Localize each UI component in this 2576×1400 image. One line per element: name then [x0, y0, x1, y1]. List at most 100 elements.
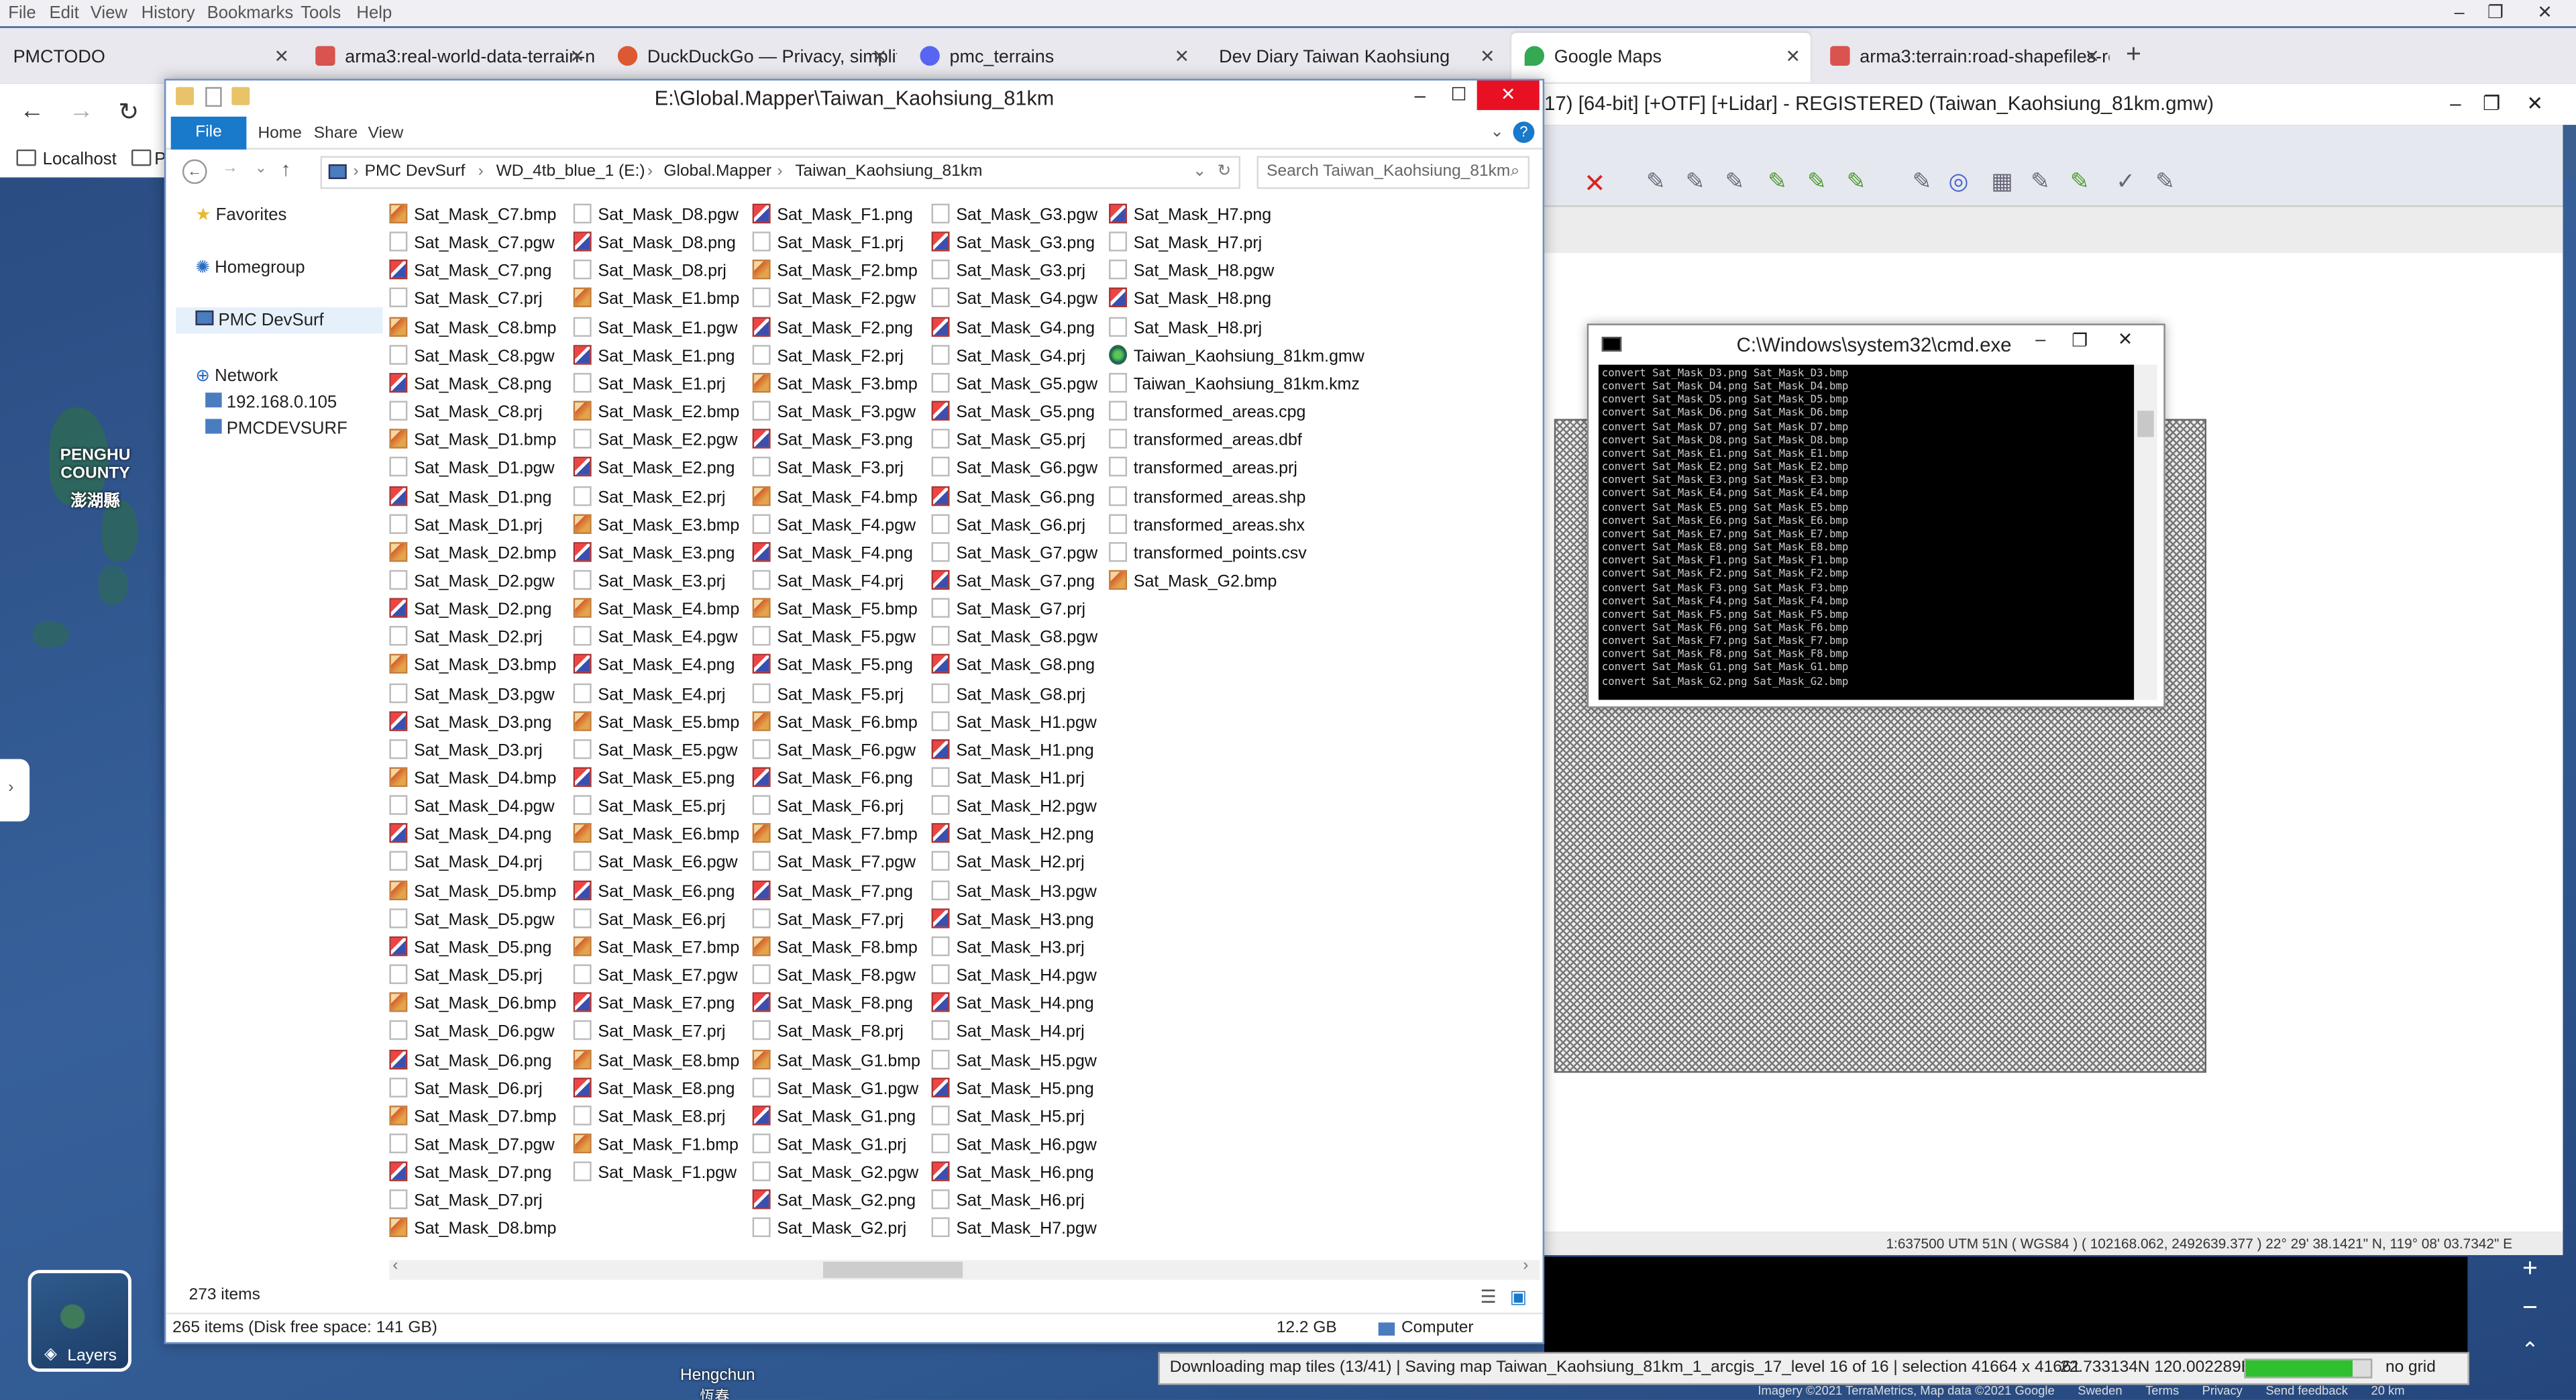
- file-item[interactable]: Sat_Mask_D4.bmp: [389, 765, 556, 794]
- file-item[interactable]: Sat_Mask_F2.prj: [752, 343, 904, 371]
- file-item[interactable]: Sat_Mask_H2.pgw: [931, 794, 1097, 822]
- file-item[interactable]: Sat_Mask_E6.pgw: [573, 850, 737, 878]
- tab-arma3-real-world[interactable]: arma3:real-world-data-terrain-n ✕: [303, 33, 595, 82]
- close-button[interactable]: ✕: [1477, 80, 1540, 111]
- file-item[interactable]: Sat_Mask_D1.png: [389, 484, 551, 512]
- file-item[interactable]: Sat_Mask_G1.prj: [752, 1132, 906, 1160]
- file-item[interactable]: Sat_Mask_H3.png: [931, 906, 1094, 934]
- file-item[interactable]: Sat_Mask_F8.pgw: [752, 963, 916, 991]
- tab-pmc-terrains[interactable]: pmc_terrains ✕: [907, 33, 1199, 82]
- file-item[interactable]: Sat_Mask_F1.bmp: [573, 1132, 739, 1160]
- cmd-output[interactable]: convert Sat_Mask_D3.png Sat_Mask_D3.bmp c…: [1598, 364, 2135, 700]
- file-item[interactable]: Sat_Mask_F8.bmp: [752, 934, 918, 963]
- file-item[interactable]: Sat_Mask_E2.prj: [573, 484, 725, 512]
- cmd-scrollbar[interactable]: [2134, 364, 2157, 700]
- file-item[interactable]: Sat_Mask_F4.bmp: [752, 484, 918, 512]
- file-item[interactable]: Sat_Mask_H6.png: [931, 1160, 1094, 1188]
- close-icon[interactable]: ✕: [2084, 33, 2100, 82]
- file-item[interactable]: Sat_Mask_E3.png: [573, 540, 735, 568]
- menu-view[interactable]: View: [91, 3, 127, 23]
- file-item[interactable]: Sat_Mask_E3.bmp: [573, 512, 739, 540]
- file-item[interactable]: Sat_Mask_E5.png: [573, 765, 735, 794]
- file-item[interactable]: Sat_Mask_C8.prj: [389, 399, 543, 427]
- file-item[interactable]: Sat_Mask_H3.prj: [931, 934, 1085, 963]
- close-icon[interactable]: ✕: [1480, 33, 1495, 82]
- file-item[interactable]: Sat_Mask_G2.png: [752, 1188, 916, 1216]
- file-item[interactable]: Sat_Mask_E6.bmp: [573, 822, 739, 850]
- tab-arma3-road-shapefiles[interactable]: arma3:terrain:road-shapefiles-re ✕: [1817, 33, 2110, 82]
- file-item[interactable]: Sat_Mask_C7.prj: [389, 286, 543, 315]
- file-item[interactable]: Sat_Mask_D1.prj: [389, 512, 543, 540]
- file-item[interactable]: Sat_Mask_H2.png: [931, 822, 1094, 850]
- file-item[interactable]: Sat_Mask_H5.prj: [931, 1103, 1085, 1132]
- file-item[interactable]: Sat_Mask_H4.png: [931, 991, 1094, 1019]
- refresh-icon[interactable]: ↻: [1218, 158, 1232, 187]
- restore-button[interactable]: ❐: [2477, 0, 2514, 26]
- nav-homegroup[interactable]: ✺ Homegroup: [195, 258, 305, 277]
- measure-tool-icon[interactable]: ✎: [1913, 168, 1932, 196]
- details-view-icon[interactable]: ☰: [1481, 1287, 1497, 1307]
- menu-edit[interactable]: Edit: [49, 3, 78, 23]
- file-item[interactable]: Sat_Mask_G1.pgw: [752, 1075, 918, 1103]
- file-item[interactable]: Sat_Mask_D8.png: [573, 230, 736, 258]
- file-item[interactable]: Sat_Mask_H8.prj: [1109, 315, 1262, 343]
- file-item[interactable]: Sat_Mask_E7.pgw: [573, 963, 737, 991]
- file-item[interactable]: Sat_Mask_H4.prj: [931, 1019, 1085, 1047]
- file-item[interactable]: Sat_Mask_G6.png: [931, 484, 1095, 512]
- file-item[interactable]: Sat_Mask_G1.bmp: [752, 1047, 920, 1075]
- scroll-thumb[interactable]: [822, 1261, 963, 1279]
- file-item[interactable]: transformed_areas.prj: [1109, 455, 1297, 484]
- file-item[interactable]: Sat_Mask_D6.png: [389, 1047, 551, 1075]
- restore-button[interactable]: ❐: [2072, 330, 2088, 352]
- close-icon[interactable]: ✕: [1786, 33, 1801, 82]
- map-terms-link[interactable]: Terms: [2145, 1383, 2179, 1398]
- tab-dev-diary[interactable]: Dev Diary Taiwan Kaohsiung ✕: [1206, 33, 1505, 82]
- file-item[interactable]: Sat_Mask_D2.pgw: [389, 568, 555, 596]
- file-item[interactable]: Sat_Mask_E3.prj: [573, 568, 725, 596]
- file-item[interactable]: Sat_Mask_G8.png: [931, 653, 1095, 681]
- file-item[interactable]: Sat_Mask_D4.pgw: [389, 794, 555, 822]
- chevron-down-icon[interactable]: ⌄: [255, 160, 267, 178]
- file-item[interactable]: Sat_Mask_D5.png: [389, 934, 551, 963]
- file-item[interactable]: Sat_Mask_C7.pgw: [389, 230, 555, 258]
- file-item[interactable]: Sat_Mask_F3.pgw: [752, 399, 916, 427]
- close-button[interactable]: ✕: [2527, 0, 2563, 26]
- file-item[interactable]: Sat_Mask_C8.png: [389, 371, 551, 399]
- nav-this-pc[interactable]: PMC DevSurf: [176, 307, 383, 334]
- nav-network-host[interactable]: PMCDEVSURF: [205, 419, 347, 439]
- digitizer-tool-icon[interactable]: ✎: [2155, 168, 2175, 196]
- file-item[interactable]: Sat_Mask_D6.bmp: [389, 991, 556, 1019]
- file-item[interactable]: Sat_Mask_F7.pgw: [752, 850, 916, 878]
- file-item[interactable]: Sat_Mask_G5.pgw: [931, 371, 1097, 399]
- map-privacy-link[interactable]: Privacy: [2202, 1383, 2243, 1398]
- map-feedback-link[interactable]: Send feedback: [2265, 1383, 2348, 1398]
- digitizer-tool-icon[interactable]: ✎: [1725, 168, 1744, 196]
- file-item[interactable]: Sat_Mask_H5.pgw: [931, 1047, 1097, 1075]
- file-item[interactable]: Sat_Mask_D8.prj: [573, 258, 727, 286]
- ribbon-file-tab[interactable]: File: [170, 116, 247, 150]
- file-item[interactable]: Sat_Mask_G3.pgw: [931, 202, 1097, 230]
- breadcrumb-current[interactable]: Taiwan_Kaohsiung_81km: [795, 158, 982, 187]
- search-input[interactable]: Search Taiwan_Kaohsiung_81km ⌕: [1256, 156, 1530, 189]
- file-item[interactable]: Sat_Mask_F6.prj: [752, 794, 904, 822]
- horizontal-scrollbar[interactable]: ‹ ›: [389, 1256, 1540, 1280]
- file-item[interactable]: Sat_Mask_F2.png: [752, 315, 913, 343]
- digitizer-tool-icon[interactable]: ✎: [1807, 168, 1827, 196]
- map-side-panel-toggle[interactable]: ›: [0, 759, 30, 822]
- menu-bookmarks[interactable]: Bookmarks: [207, 3, 294, 23]
- file-item[interactable]: Sat_Mask_E8.prj: [573, 1103, 725, 1132]
- digitizer-tool-icon[interactable]: ✎: [2031, 168, 2050, 196]
- file-item[interactable]: Sat_Mask_H1.pgw: [931, 709, 1097, 737]
- close-icon[interactable]: ✕: [1174, 33, 1189, 82]
- maximize-button[interactable]: ☐: [1450, 84, 1466, 105]
- tab-duckduckgo[interactable]: DuckDuckGo — Privacy, simplifi ✕: [604, 33, 897, 82]
- close-button[interactable]: ✕: [2526, 84, 2543, 125]
- file-item[interactable]: Sat_Mask_C8.bmp: [389, 315, 556, 343]
- file-item[interactable]: Sat_Mask_D7.pgw: [389, 1132, 555, 1160]
- collapse-icon[interactable]: ⌃: [2506, 1337, 2555, 1377]
- file-item[interactable]: Sat_Mask_E5.prj: [573, 794, 725, 822]
- minimize-button[interactable]: –: [2035, 330, 2045, 349]
- file-item[interactable]: Sat_Mask_D2.png: [389, 596, 551, 625]
- file-item[interactable]: Sat_Mask_E4.prj: [573, 681, 725, 709]
- file-item[interactable]: Taiwan_Kaohsiung_81km.kmz: [1109, 371, 1360, 399]
